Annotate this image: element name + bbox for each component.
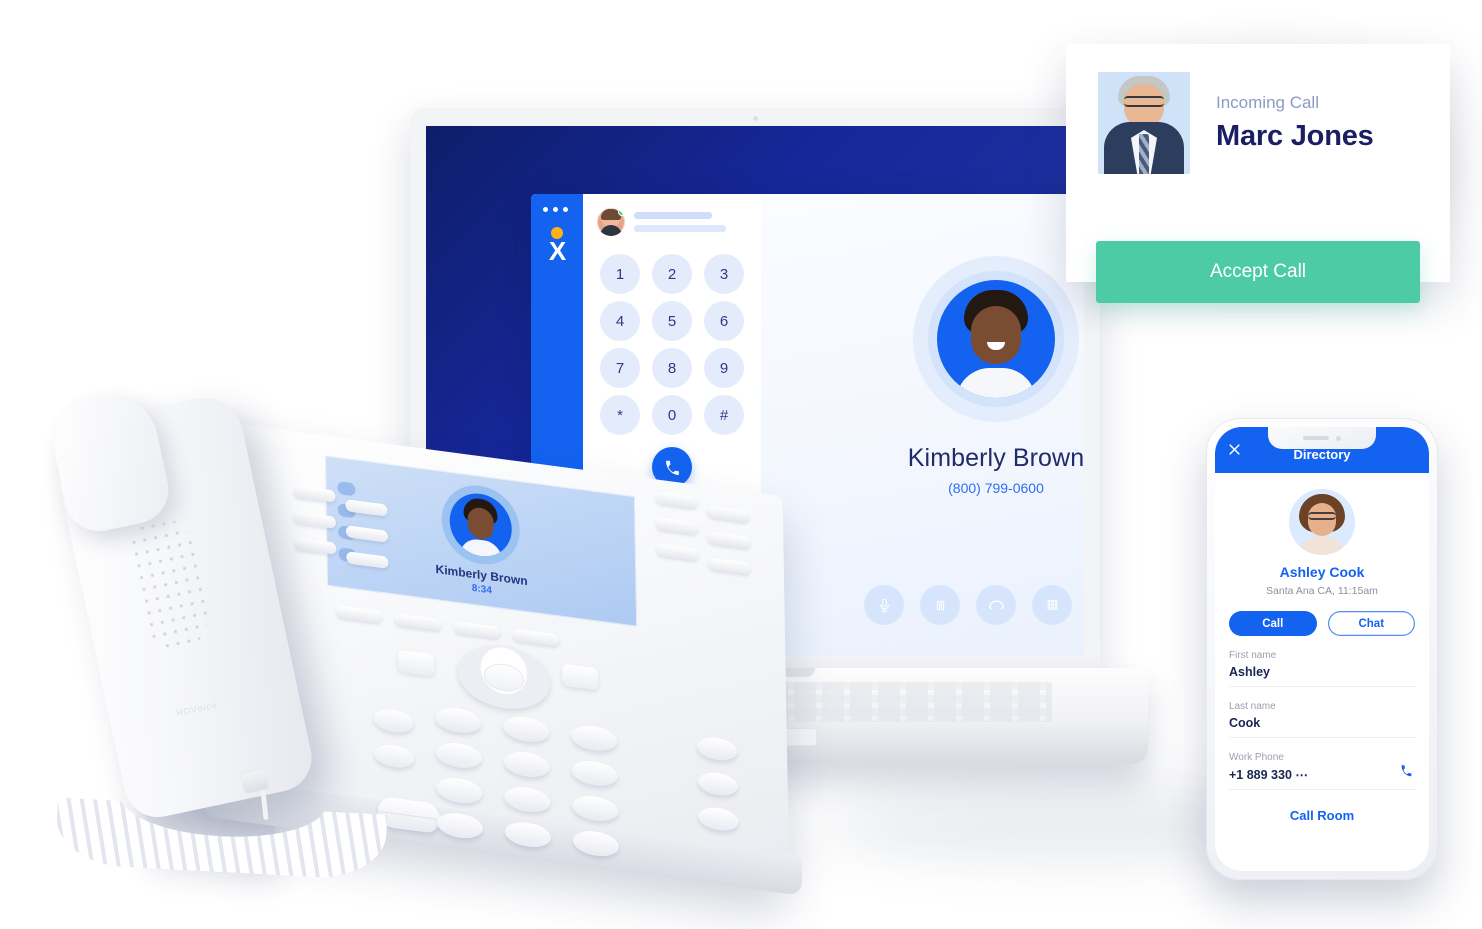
composite-devices-scene: X 1 2 3 4 5 6 7 8 9 * 0 # Kimberly Brown… [0,0,1482,929]
dialpad-key-9[interactable]: 9 [704,348,744,388]
placeholder-bar [634,212,712,219]
dialpad-key-1[interactable]: 1 [600,254,640,294]
mute-button[interactable] [864,585,904,625]
window-controls[interactable] [543,207,568,212]
keypad-icon [1046,599,1058,610]
window-dot[interactable] [563,207,568,212]
phone-icon[interactable] [1400,764,1413,780]
status-badge [618,208,625,216]
desk-phone-device: Kimberly Brown 8:34 HDVoice [26,386,816,918]
caller-photo [1098,72,1190,174]
hold-button[interactable] [920,585,960,625]
desk-function-key-left[interactable] [397,649,435,677]
incoming-call-card: Incoming Call Marc Jones Accept Call [1066,44,1450,303]
handset-coil-cord [54,797,388,881]
keypad-button[interactable] [1032,585,1072,625]
contact-name: Ashley Cook [1279,564,1365,580]
dialpad-key-5[interactable]: 5 [652,301,692,341]
desk-navigation-pad[interactable] [457,639,551,715]
pause-icon [936,600,944,610]
dialpad-key-2[interactable]: 2 [652,254,692,294]
callee-number: (800) 799-0600 [948,480,1044,496]
chat-button[interactable]: Chat [1327,611,1415,636]
webcam-icon [752,116,758,121]
mobile-screen-title: Directory [1293,447,1351,462]
field-value: +1 889 330 ⋯ [1229,768,1308,782]
desk-line-keys-right[interactable] [655,491,699,575]
field-first-name[interactable]: First name Ashley [1229,636,1415,687]
logo-letter: X [548,236,566,266]
mobile-screen: Directory Ashley Cook Santa Ana CA, 11:1… [1215,427,1429,871]
earpiece-speaker-icon [1303,436,1329,440]
mobile-titlebar: Directory [1215,427,1429,473]
dialpad-key-6[interactable]: 6 [704,301,744,341]
dialpad-key-7[interactable]: 7 [600,348,640,388]
desk-phone-keypad[interactable] [434,705,627,859]
window-dot[interactable] [543,207,548,212]
callee-name: Kimberly Brown [907,444,1084,472]
window-dot[interactable] [553,207,558,212]
field-label: Work Phone [1229,752,1284,763]
caller-avatar [441,480,521,570]
phone-notch [1268,427,1376,449]
close-icon [1229,444,1240,455]
avatar-ring-inner [928,271,1064,407]
accept-call-button[interactable]: Accept Call [1096,241,1420,303]
avatar-ring-outer [913,256,1079,422]
close-button[interactable] [1227,442,1242,460]
field-value: Ashley [1229,665,1270,679]
mobile-content: Ashley Cook Santa Ana CA, 11:15am Call C… [1215,473,1429,823]
dialpad-key-4[interactable]: 4 [600,301,640,341]
field-label: Last name [1229,701,1276,712]
desk-feature-keys-left[interactable] [373,707,415,782]
mic-icon [879,598,889,612]
desk-feature-keys-right[interactable] [697,735,739,846]
avatar [597,208,625,236]
field-last-name[interactable]: Last name Cook [1229,687,1415,738]
contact-actions: Call Chat [1229,611,1415,636]
hangup-icon [988,600,1004,609]
desk-line-keys-right-2[interactable] [707,505,751,589]
incoming-call-label: Incoming Call [1216,93,1319,112]
hangup-button[interactable] [976,585,1016,625]
current-user-row[interactable] [583,208,761,236]
field-work-phone[interactable]: Work Phone +1 889 330 ⋯ [1229,738,1415,790]
callee-avatar [937,280,1055,398]
contact-avatar [1289,489,1355,555]
caller-name: Marc Jones [1216,120,1374,152]
desk-phone-handset[interactable]: HDVoice [45,386,388,881]
dialpad-key-8[interactable]: 8 [652,348,692,388]
desk-function-key-right[interactable] [561,663,599,691]
front-camera-icon [1336,435,1341,441]
call-button[interactable]: Call [1229,611,1317,636]
contact-location-time: Santa Ana CA, 11:15am [1266,585,1378,597]
app-logo: X [531,227,583,266]
mobile-device: Directory Ashley Cook Santa Ana CA, 11:1… [1206,418,1438,880]
caller-info: Incoming Call Marc Jones [1066,44,1450,174]
field-value: Cook [1229,716,1261,730]
call-room-link[interactable]: Call Room [1229,808,1415,823]
caller-text: Incoming Call Marc Jones [1216,93,1374,153]
field-label: First name [1229,650,1277,661]
placeholder-bar [634,225,726,232]
user-name-placeholder [634,208,726,232]
dialpad-key-3[interactable]: 3 [704,254,744,294]
